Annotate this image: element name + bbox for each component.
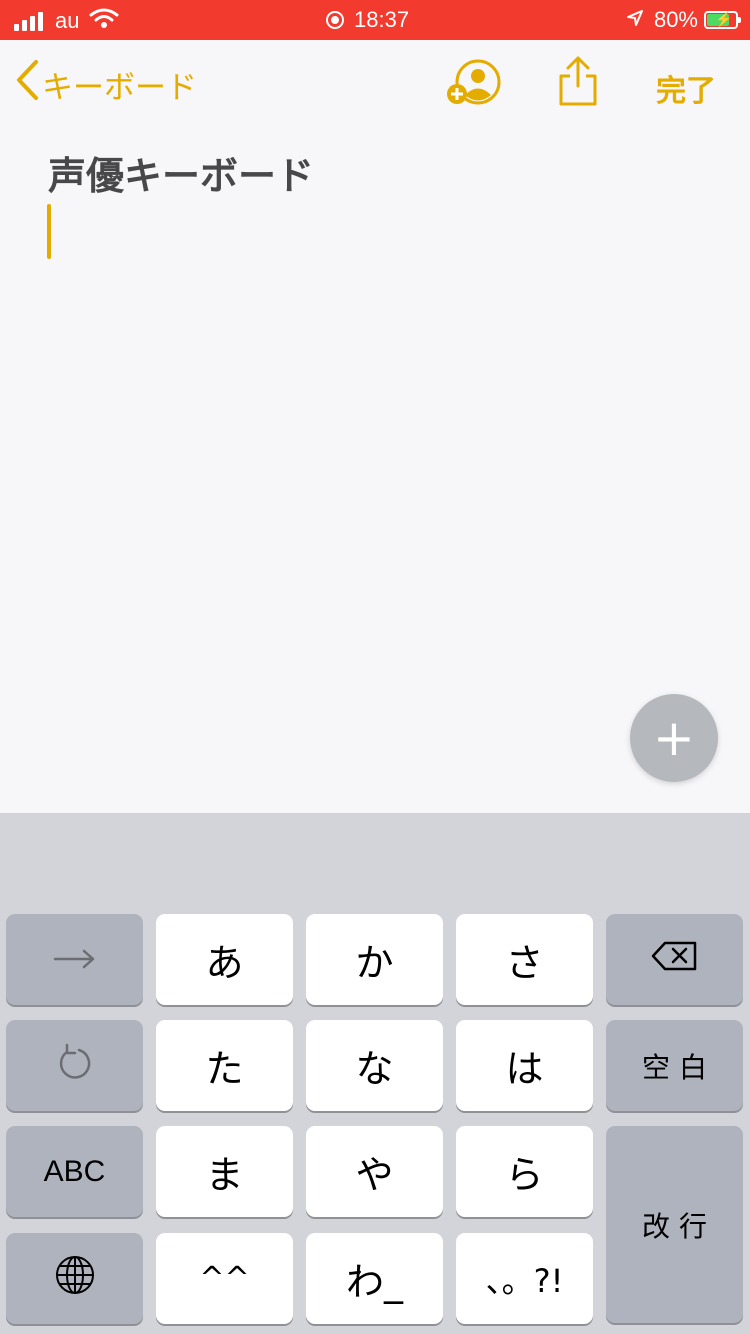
globe-key[interactable]: [6, 1233, 143, 1324]
text-cursor: [47, 204, 51, 259]
key-ra[interactable]: ら: [456, 1126, 593, 1217]
note-title[interactable]: 声優キーボード: [48, 145, 314, 200]
delete-icon: [651, 940, 699, 979]
signal-icon: [14, 11, 43, 31]
key-ta[interactable]: た: [156, 1020, 293, 1111]
share-icon[interactable]: [556, 54, 600, 112]
add-person-icon[interactable]: [444, 58, 502, 112]
abc-label: ABC: [43, 1154, 106, 1188]
undo-icon: [55, 1042, 95, 1089]
chevron-left-icon: [14, 58, 42, 110]
key-punctuation[interactable]: 、。?!: [456, 1233, 593, 1324]
return-label: 改 行: [642, 1209, 707, 1243]
carrier-label: au: [55, 8, 80, 33]
key-na[interactable]: な: [306, 1020, 443, 1111]
location-arrow-icon: [626, 7, 644, 33]
key-kaomoji[interactable]: ^^: [156, 1233, 293, 1324]
arrow-right-key[interactable]: [6, 914, 143, 1005]
battery-icon: ⚡: [704, 11, 741, 29]
battery-percent: 80%: [653, 7, 698, 32]
abc-key[interactable]: ABC: [6, 1126, 143, 1217]
key-wa[interactable]: わ_: [306, 1233, 443, 1324]
back-label: キーボード: [42, 69, 197, 106]
space-label: 空 白: [642, 1050, 707, 1084]
clock: 18:37: [354, 7, 410, 32]
status-bar: au 18:37 80% ⚡: [0, 0, 750, 40]
return-key[interactable]: 改 行: [606, 1126, 743, 1323]
delete-key[interactable]: [606, 914, 743, 1005]
key-ha[interactable]: は: [456, 1020, 593, 1111]
key-ka[interactable]: か: [306, 914, 443, 1005]
add-button[interactable]: +: [630, 694, 718, 782]
screen-record-icon: [326, 11, 344, 29]
japanese-keyboard: あ か さ た な は 空 白 ABC ま や ら 改 行 ^^ わ_ 、。?!: [0, 813, 750, 1334]
wifi-icon: [89, 7, 119, 35]
key-a[interactable]: あ: [156, 914, 293, 1005]
globe-icon: [54, 1254, 96, 1303]
undo-key[interactable]: [6, 1020, 143, 1111]
key-sa[interactable]: さ: [456, 914, 593, 1005]
arrow-right-icon: [53, 943, 97, 976]
back-button[interactable]: キーボード: [14, 58, 197, 110]
plus-icon: +: [653, 709, 695, 767]
key-ma[interactable]: ま: [156, 1126, 293, 1217]
nav-bar: キーボード 完了: [0, 40, 750, 130]
done-button[interactable]: 完了: [656, 66, 716, 110]
space-key[interactable]: 空 白: [606, 1020, 743, 1111]
key-ya[interactable]: や: [306, 1126, 443, 1217]
